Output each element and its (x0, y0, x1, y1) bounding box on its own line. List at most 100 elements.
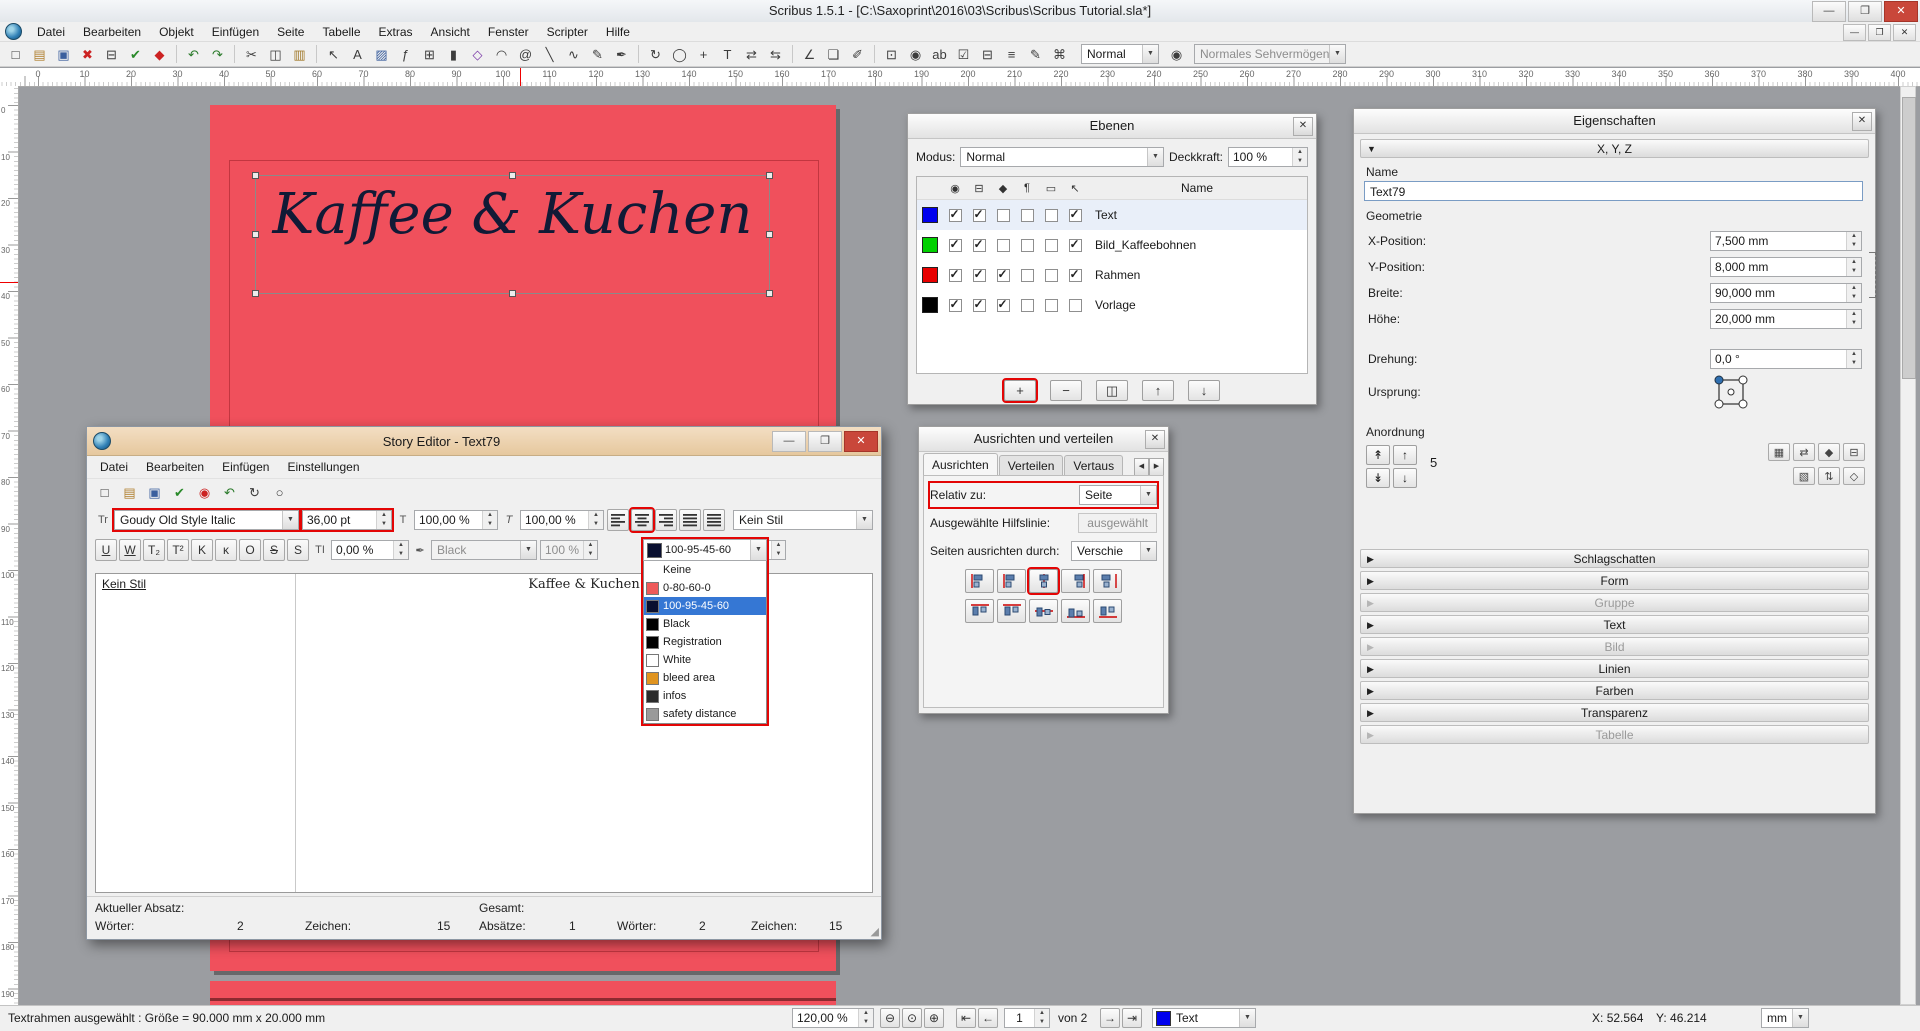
underline-words-icon[interactable]: W (119, 539, 141, 561)
document-minimize-button[interactable]: — (1843, 24, 1866, 41)
properties-panel-titlebar[interactable]: Eigenschaften ✕ (1354, 109, 1875, 134)
menu-hilfe[interactable]: Hilfe (597, 23, 639, 41)
pdf-annotation-icon[interactable]: ✎ (1024, 43, 1047, 66)
load-text-icon[interactable]: ▤ (118, 481, 141, 504)
section-schlagschatten-header[interactable]: ▶Schlagschatten (1360, 549, 1869, 568)
story-text[interactable]: Kaffee & Kuchen (528, 577, 639, 592)
align-left-button[interactable] (997, 569, 1026, 593)
layer-name[interactable]: Text (1087, 208, 1307, 222)
layer-name[interactable]: Bild_Kaffeebohnen (1087, 238, 1307, 252)
align-panel-titlebar[interactable]: Ausrichten und verteilen ✕ (919, 427, 1168, 452)
small-caps-icon[interactable]: ᴋ (215, 539, 237, 561)
section-text-header[interactable]: ▶Text (1360, 615, 1869, 634)
font-family-dropdown[interactable]: Goudy Old Style Italic▼ (114, 510, 299, 530)
edit-text-icon[interactable]: T (716, 43, 739, 66)
raise-layer-button[interactable]: ↑ (1142, 380, 1174, 401)
layers-panel-close-icon[interactable]: ✕ (1293, 117, 1313, 136)
next-page-icon[interactable]: → (1100, 1008, 1120, 1028)
selection-handle[interactable] (766, 231, 773, 238)
insert-image-frame-icon[interactable]: ▨ (370, 43, 393, 66)
print-object-icon[interactable]: ⊟ (1843, 443, 1865, 461)
breite-spinner[interactable]: 90,000 mm▲▼ (1710, 283, 1862, 303)
h-he-spinner[interactable]: 20,000 mm▲▼ (1710, 309, 1862, 329)
color-list-item[interactable]: White (644, 651, 766, 669)
canvas-vertical-scrollbar[interactable] (1900, 86, 1916, 1005)
undo-icon[interactable]: ↶ (182, 43, 205, 66)
color-list-item[interactable]: 100-95-45-60 (644, 597, 766, 615)
layer-checkbox[interactable] (949, 209, 962, 222)
tab-ausrichten[interactable]: Ausrichten (923, 453, 998, 476)
menu-fenster[interactable]: Fenster (479, 23, 538, 41)
layer-checkbox[interactable] (949, 269, 962, 282)
layer-mode-dropdown[interactable]: Normal▼ (1081, 44, 1159, 64)
insert-table-icon[interactable]: ⊞ (418, 43, 441, 66)
remove-layer-button[interactable]: − (1050, 380, 1082, 401)
layer-checkbox[interactable] (973, 209, 986, 222)
scale-width-spinner[interactable]: 100,00 %▲▼ (414, 510, 498, 530)
layer-color-swatch[interactable] (922, 267, 938, 283)
lock-size-icon[interactable]: ◇ (1843, 467, 1865, 485)
search-replace-icon[interactable]: ○ (268, 481, 291, 504)
y-position-spinner[interactable]: 8,000 mm▲▼ (1710, 257, 1862, 277)
stroke-color-dropdown[interactable]: Black▼ (431, 540, 537, 560)
story-text-area[interactable]: Kaffee & Kuchen (296, 574, 872, 892)
selected-text-frame[interactable]: Kaffee & Kuchen (255, 175, 770, 294)
properties-panel-close-icon[interactable]: ✕ (1852, 112, 1872, 131)
pdf-combo-box-icon[interactable]: ⊟ (976, 43, 999, 66)
save-to-file-icon[interactable]: ▣ (143, 481, 166, 504)
preflight-verifier-icon[interactable]: ✔ (124, 43, 147, 66)
all-caps-icon[interactable]: K (191, 539, 213, 561)
vertical-ruler[interactable]: 0102030405060708090100110120130140150160… (0, 86, 19, 1005)
menu-einfügen[interactable]: Einfügen (203, 23, 268, 41)
exit-without-update-icon[interactable]: ◉ (193, 481, 216, 504)
insert-arc-icon[interactable]: ◠ (490, 43, 513, 66)
layer-checkbox[interactable] (997, 299, 1010, 312)
layer-checkbox[interactable] (1045, 209, 1058, 222)
selection-handle[interactable] (509, 290, 516, 297)
zoom-icon[interactable]: ◯ (668, 43, 691, 66)
color-list-item[interactable]: infos (644, 687, 766, 705)
menu-objekt[interactable]: Objekt (150, 23, 203, 41)
chain-link-icon[interactable] (1866, 252, 1876, 298)
insert-line-icon[interactable]: ╲ (538, 43, 561, 66)
add-layer-button[interactable]: + (1004, 380, 1036, 401)
layer-color-swatch[interactable] (922, 207, 938, 223)
new-document-icon[interactable]: □ (4, 43, 27, 66)
superscript-icon[interactable]: T² (167, 539, 189, 561)
copy-properties-icon[interactable]: ❏ (822, 43, 845, 66)
align-right-edge-button[interactable] (1093, 569, 1122, 593)
layer-checkbox[interactable] (1045, 239, 1058, 252)
paragraph-style-dropdown[interactable]: Kein Stil▼ (733, 510, 873, 530)
section-transparenz-header[interactable]: ▶Transparenz (1360, 703, 1869, 722)
fill-color-dropdown[interactable]: 100-95-45-60 ▼ (643, 539, 767, 561)
layer-checkbox[interactable] (973, 299, 986, 312)
zoom-spinner[interactable]: 120,00 %▲▼ (792, 1008, 874, 1028)
align-center-v-button[interactable] (1029, 599, 1058, 623)
story-menu-einstellungen[interactable]: Einstellungen (278, 458, 368, 476)
layer-checkbox[interactable] (1069, 209, 1082, 222)
insert-shape-icon[interactable]: ▮ (442, 43, 465, 66)
layer-checkbox[interactable] (1069, 239, 1082, 252)
zoom-out-icon[interactable]: ⊖ (880, 1008, 900, 1028)
paragraph-styles-column[interactable]: Kein Stil (96, 574, 296, 892)
zoom-in-icon[interactable]: ⊕ (924, 1008, 944, 1028)
story-maximize-button[interactable]: ❐ (808, 431, 842, 452)
insert-bezier-icon[interactable]: ∿ (562, 43, 585, 66)
layer-checkbox[interactable] (949, 239, 962, 252)
outline-text-icon[interactable]: O (239, 539, 261, 561)
document-close-button[interactable]: ✕ (1893, 24, 1916, 41)
menu-scripter[interactable]: Scripter (538, 23, 597, 41)
layer-row[interactable]: Rahmen (917, 260, 1307, 290)
pdf-check-box-icon[interactable]: ☑ (952, 43, 975, 66)
story-menu-datei[interactable]: Datei (91, 458, 137, 476)
pdf-radio-button-icon[interactable]: ◉ (904, 43, 927, 66)
close-document-icon[interactable]: ✖ (76, 43, 99, 66)
align-center-icon[interactable] (631, 509, 653, 531)
layer-name[interactable]: Rahmen (1087, 268, 1307, 282)
pdf-list-box-icon[interactable]: ≡ (1000, 43, 1023, 66)
strikeout-icon[interactable]: S (263, 539, 285, 561)
cut-icon[interactable]: ✂ (240, 43, 263, 66)
selection-handle[interactable] (252, 290, 259, 297)
layer-checkbox[interactable] (1069, 269, 1082, 282)
align-panel-close-icon[interactable]: ✕ (1145, 430, 1165, 449)
